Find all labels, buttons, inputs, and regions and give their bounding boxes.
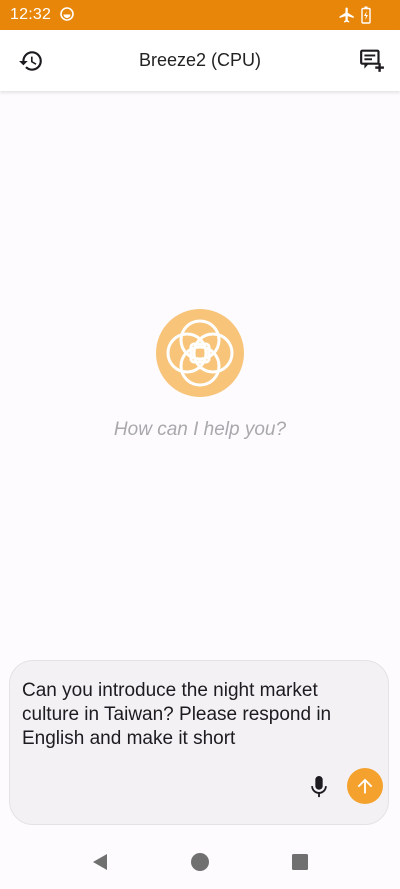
app-notification-icon (60, 7, 74, 21)
history-icon (19, 51, 42, 71)
message-composer: Can you introduce the night market cultu… (9, 660, 389, 825)
greeting-text: How can I help you? (113, 419, 287, 440)
screen: 12:32 Breeze2 (CPU) How can I help you? … (0, 0, 400, 889)
back-icon[interactable] (90, 852, 110, 872)
home-icon[interactable] (190, 852, 210, 872)
recents-icon[interactable] (291, 853, 309, 871)
new-chat-icon (360, 49, 384, 72)
arrow-up-icon (357, 778, 373, 794)
send-button[interactable] (347, 768, 383, 804)
airplane-mode-icon (339, 7, 354, 23)
message-input[interactable]: Can you introduce the night market cultu… (22, 679, 374, 759)
battery-charging-icon (361, 6, 371, 24)
microphone-icon (311, 776, 327, 798)
app-bar: Breeze2 (CPU) (0, 30, 400, 91)
history-button[interactable] (16, 46, 46, 76)
system-nav-bar (0, 836, 400, 889)
app-title: Breeze2 (CPU) (138, 50, 262, 70)
status-time: 12:32 (10, 6, 52, 23)
status-bar: 12:32 (0, 0, 400, 30)
mic-button[interactable] (307, 773, 331, 801)
flower-of-life-logo (156, 309, 244, 397)
new-chat-button[interactable] (357, 46, 387, 76)
